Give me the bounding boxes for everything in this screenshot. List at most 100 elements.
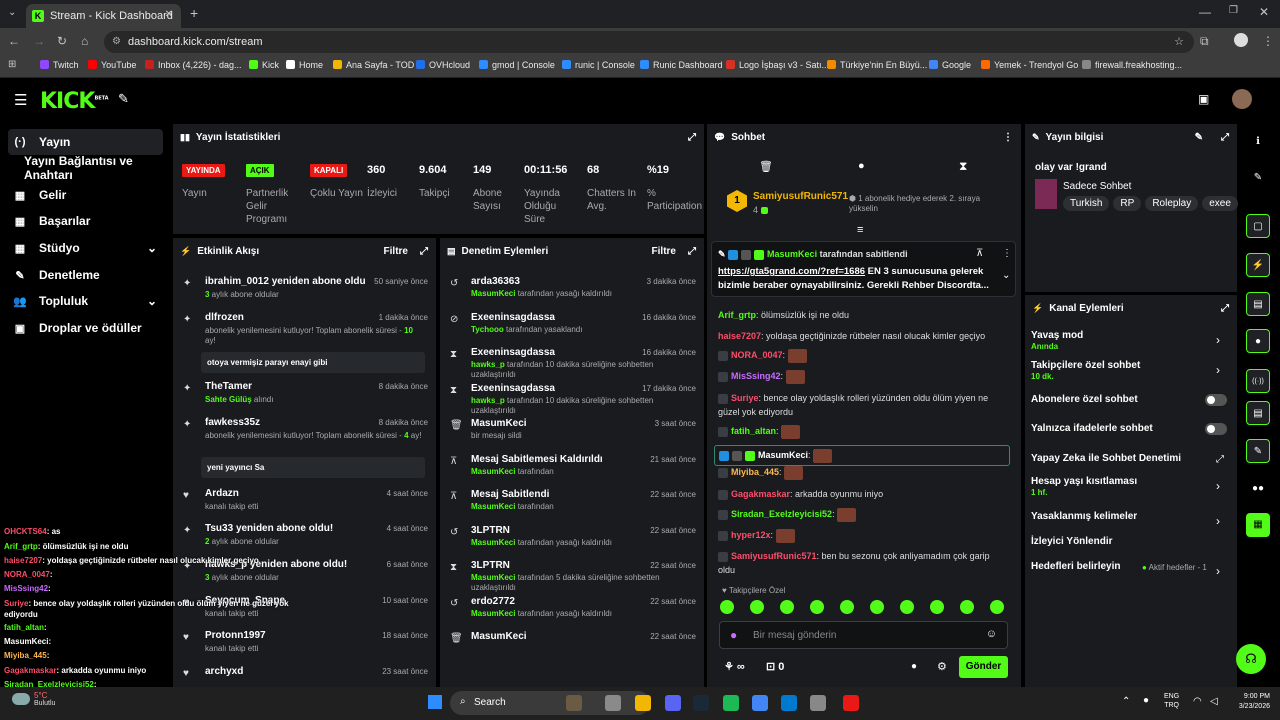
tab-search-icon[interactable]: ⌄ bbox=[8, 7, 16, 18]
home-icon[interactable]: ⌂ bbox=[81, 34, 88, 48]
chat-message[interactable]: Gagakmaskar: arkadda oyunmu iniyo bbox=[718, 487, 1003, 501]
stream-tag[interactable]: Roleplay bbox=[1145, 196, 1199, 211]
chat-username[interactable]: NORA_0047 bbox=[731, 350, 783, 360]
chevron-right-icon[interactable]: › bbox=[1216, 479, 1220, 493]
bookmark-item[interactable]: Inbox (4,226) - dag... bbox=[145, 60, 242, 70]
chat-message[interactable]: SamiyusufRunic571: ben bu sezonu çok anl… bbox=[718, 549, 1003, 577]
chat-username[interactable]: MasumKeci bbox=[758, 450, 808, 460]
activity-item[interactable]: ✦ dlfrozen 1 dakika önce abonelik yenilemes… bbox=[173, 310, 436, 373]
tools-icon[interactable]: ✎ bbox=[1246, 439, 1270, 463]
points-counter[interactable]: ⚘ ∞ bbox=[724, 660, 745, 673]
moderation-item[interactable]: ⧗ Exeeninsagdassa 16 dakika önce hawks_p ta… bbox=[440, 345, 704, 379]
expand-icon[interactable]: ⤢ bbox=[420, 246, 428, 257]
channel-action-label[interactable]: İzleyici Yönlendir bbox=[1031, 536, 1113, 547]
language-indicator[interactable]: ENG TRQ bbox=[1164, 692, 1179, 710]
sidebar-item-8[interactable]: ▣ Droplar ve ödüller bbox=[8, 315, 163, 341]
windows-start-icon[interactable] bbox=[428, 695, 442, 709]
notes-icon[interactable]: ▤ bbox=[1246, 292, 1270, 316]
activity-item[interactable]: ♥ Ardazn 4 saat önce kanalı takip etti bbox=[173, 486, 436, 520]
bookmark-item[interactable]: firewall.freakhosting... bbox=[1082, 60, 1182, 70]
browser-menu-icon[interactable]: ⋮ bbox=[1262, 34, 1274, 48]
sidebar-item-4[interactable]: ▦ Başarılar bbox=[8, 208, 163, 234]
taskbar-app-icon[interactable] bbox=[752, 695, 768, 711]
quick-emote-icon[interactable] bbox=[840, 600, 854, 614]
site-info-icon[interactable]: ⚙ bbox=[112, 31, 121, 53]
bookmark-star-icon[interactable]: ☆ bbox=[1174, 31, 1184, 53]
chevron-down-icon[interactable]: ⌄ bbox=[147, 294, 157, 308]
taskbar-app-icon[interactable] bbox=[781, 695, 797, 711]
moderation-item[interactable]: ↺ 3LPTRN 22 saat önce MasumKeci tarafından … bbox=[440, 523, 704, 557]
channel-action-label[interactable]: Hedefleri belirleyin bbox=[1031, 561, 1120, 572]
toggle-switch[interactable] bbox=[1205, 423, 1227, 435]
quick-emote-icon[interactable] bbox=[750, 600, 764, 614]
chat-username[interactable]: haise7207 bbox=[718, 331, 761, 341]
collapse-icon[interactable]: ≡ bbox=[857, 224, 863, 236]
activity-item[interactable]: ✦ ibrahim_0012 yeniden abone oldu! 50 sani… bbox=[173, 274, 436, 308]
unpin-icon[interactable]: ⊼ bbox=[976, 248, 983, 259]
bookmark-item[interactable]: Google bbox=[929, 60, 971, 70]
quick-emote-icon[interactable] bbox=[780, 600, 794, 614]
sidebar-item-2[interactable]: Yayın Bağlantısı ve Anahtarı bbox=[8, 154, 163, 182]
window-close-icon[interactable]: ✕ bbox=[1259, 5, 1269, 19]
stream-tag[interactable]: exee bbox=[1202, 196, 1238, 211]
chat-message[interactable]: Siradan_Exelzleyicisi52: bbox=[718, 507, 1003, 522]
apps-icon[interactable]: ⊞ bbox=[8, 59, 16, 70]
wifi-icon[interactable]: ◠ bbox=[1193, 696, 1202, 707]
tab-kick-dashboard[interactable]: K Stream - Kick Dashboard ✕ bbox=[26, 4, 181, 28]
chat-menu-icon[interactable]: ⋮ bbox=[1003, 132, 1013, 143]
bookmark-item[interactable]: Home bbox=[286, 60, 323, 70]
moderation-item[interactable]: ⊼ Mesaj Sabitlemesi Kaldırıldı 21 saat önc… bbox=[440, 452, 704, 486]
chat-username[interactable]: Arif_grtp bbox=[718, 310, 756, 320]
maximize-icon[interactable]: ❐ bbox=[1229, 5, 1238, 16]
tray-chevron-icon[interactable]: ⌃ bbox=[1122, 696, 1130, 707]
trash-icon[interactable]: 🗑 bbox=[759, 160, 773, 173]
mic-icon[interactable]: ● bbox=[730, 628, 737, 642]
gift-prompt[interactable]: ⬢ 1 abonelik hediye ederek 2. sıraya yük… bbox=[849, 194, 999, 214]
bookmark-item[interactable]: runic | Console bbox=[562, 60, 635, 70]
chat-users-icon[interactable]: ● bbox=[911, 661, 917, 672]
bookmark-item[interactable]: Logo İşbaşı v3 - Satı... bbox=[726, 60, 829, 70]
channel-action-label[interactable]: Hesap yaşı kısıtlaması bbox=[1031, 476, 1137, 487]
media-icon[interactable]: ▤ bbox=[1246, 401, 1270, 425]
activity-item[interactable]: ♥ Protonn1997 18 saat önce kanalı takip ett… bbox=[173, 628, 436, 662]
bookmark-item[interactable]: OVHcloud bbox=[416, 60, 470, 70]
volume-icon[interactable]: ◁ bbox=[1210, 696, 1218, 707]
user-avatar[interactable] bbox=[1232, 89, 1252, 109]
bookmark-item[interactable]: Kick bbox=[249, 60, 279, 70]
chat-message[interactable]: MasumKeci: bbox=[714, 445, 1010, 466]
mic-tray-icon[interactable]: ● bbox=[1143, 695, 1149, 706]
chat-message[interactable]: fatih_altan: bbox=[718, 424, 1003, 439]
expand-icon[interactable]: ⤢ bbox=[1221, 303, 1229, 314]
chat-message[interactable]: Suriye: bence olay yoldaşlık rolleri yüz… bbox=[718, 391, 1003, 419]
chat-message[interactable]: MisSsing42: bbox=[718, 369, 1003, 384]
sidebar-item-3[interactable]: ▦ Gelir bbox=[8, 182, 163, 208]
minimize-icon[interactable]: — bbox=[1199, 5, 1211, 19]
quick-emote-icon[interactable] bbox=[930, 600, 944, 614]
chat-message[interactable]: Miyiba_445: bbox=[718, 465, 1003, 480]
taskbar-app-icon[interactable] bbox=[723, 695, 739, 711]
wallet-icon[interactable]: ▣ bbox=[1198, 92, 1209, 106]
taskbar-app-icon[interactable] bbox=[665, 695, 681, 711]
bookmark-item[interactable]: Twitch bbox=[40, 60, 79, 70]
taskbar-app-icon[interactable] bbox=[566, 695, 582, 711]
clock[interactable]: 9:00 PM 3/23/2026 bbox=[1230, 692, 1270, 712]
moderation-filter-button[interactable]: Filtre bbox=[652, 246, 676, 257]
moderation-item[interactable]: ⧗ 3LPTRN 22 saat önce MasumKeci tarafından … bbox=[440, 558, 704, 592]
activity-item[interactable]: ✦ TheTamer 8 dakika önce Sahte Gülüş alındı bbox=[173, 379, 436, 413]
url-input[interactable]: ⚙ dashboard.kick.com/stream ☆ bbox=[104, 31, 1194, 53]
quick-emote-icon[interactable] bbox=[720, 600, 734, 614]
kick-logo[interactable]: KICKBETA bbox=[40, 89, 109, 114]
extensions-icon[interactable]: ⧉ bbox=[1200, 34, 1209, 49]
chevron-right-icon[interactable]: › bbox=[1216, 363, 1220, 377]
stream-tag[interactable]: Turkish bbox=[1063, 196, 1110, 211]
send-button[interactable]: Gönder bbox=[959, 656, 1008, 678]
gift-leader-name[interactable]: SamiyusufRunic571 bbox=[753, 191, 848, 202]
taskbar-app-icon[interactable] bbox=[693, 695, 709, 711]
broadcast-icon[interactable]: ((·)) bbox=[1246, 369, 1270, 393]
quick-emote-icon[interactable] bbox=[870, 600, 884, 614]
sidebar-item-1[interactable]: (·) Yayın bbox=[8, 129, 163, 155]
external-link-icon[interactable]: ⤢ bbox=[1216, 454, 1224, 465]
sidebar-item-7[interactable]: 👥 Topluluk ⌄ bbox=[8, 288, 163, 314]
pinned-menu-icon[interactable]: ⋮ bbox=[1002, 248, 1012, 259]
expand-icon[interactable]: ⤢ bbox=[688, 132, 696, 143]
